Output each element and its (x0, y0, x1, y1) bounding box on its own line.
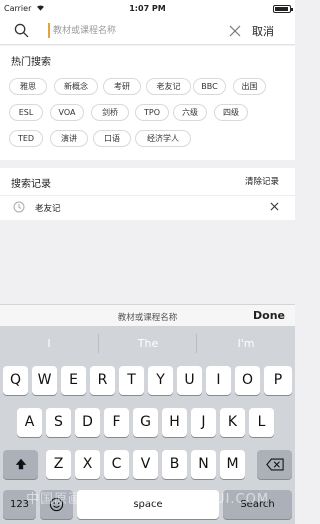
history-item-label: 老友记 (35, 204, 61, 214)
cancel-button[interactable]: 取消 (252, 23, 274, 39)
done-button[interactable]: Done (253, 309, 285, 322)
hot-tag[interactable]: 雅思 (9, 78, 47, 95)
hot-tag[interactable]: BBC (193, 78, 226, 95)
key-q[interactable]: Q (3, 366, 28, 395)
key-l[interactable]: L (249, 408, 274, 437)
prediction-item[interactable]: I (0, 326, 98, 361)
key-k[interactable]: K (220, 408, 245, 437)
hot-tag[interactable]: 新概念 (54, 78, 98, 95)
prediction-item[interactable]: The (99, 326, 197, 361)
key-u[interactable]: U (177, 366, 202, 395)
shift-key[interactable] (3, 450, 38, 479)
key-c[interactable]: C (104, 450, 129, 479)
accessory-text: 教材或课程名称 (117, 313, 178, 323)
hot-tag[interactable]: 经济学人 (135, 130, 191, 147)
battery-icon (273, 5, 293, 13)
history-item[interactable]: 老友记 (0, 196, 295, 220)
status-bar: Carrier 1:07 PM (0, 0, 295, 17)
text-cursor (48, 23, 50, 38)
hot-tag[interactable]: 演讲 (50, 130, 88, 147)
key-i[interactable]: I (206, 366, 231, 395)
hot-search-section: 热门搜索 雅思 新概念 考研 老友记 BBC 出国 ESL VOA 剑桥 TPO… (0, 46, 295, 160)
key-m[interactable]: M (220, 450, 245, 479)
key-a[interactable]: A (17, 408, 42, 437)
key-n[interactable]: N (191, 450, 216, 479)
key-y[interactable]: Y (148, 366, 173, 395)
hot-tag[interactable]: ESL (9, 104, 43, 121)
key-j[interactable]: J (191, 408, 216, 437)
key-x[interactable]: X (75, 450, 100, 479)
key-f[interactable]: F (104, 408, 129, 437)
history-title: 搜索记录 (11, 179, 51, 190)
key-z[interactable]: Z (46, 450, 71, 479)
key-o[interactable]: O (235, 366, 260, 395)
key-b[interactable]: B (162, 450, 187, 479)
key-h[interactable]: H (162, 408, 187, 437)
keyboard-accessory-bar: 教材或课程名称 Done (0, 304, 295, 326)
hot-tag[interactable]: TED (9, 130, 43, 147)
hot-tag[interactable]: VOA (50, 104, 84, 121)
delete-key[interactable] (257, 450, 292, 479)
delete-icon (265, 458, 284, 471)
watermark: 中国原画 • HUAHUAXUANHUI.COM (25, 492, 270, 507)
hot-tag[interactable]: 老友记 (146, 78, 191, 95)
hot-tag[interactable]: 考研 (103, 78, 141, 95)
key-r[interactable]: R (90, 366, 115, 395)
hot-tag[interactable]: 剑桥 (91, 104, 129, 121)
hot-tag[interactable]: 四级 (214, 104, 248, 121)
key-g[interactable]: G (133, 408, 158, 437)
clock-icon (13, 201, 25, 213)
prediction-item[interactable]: I'm (197, 326, 295, 361)
search-header: 取消 (0, 17, 295, 45)
close-icon[interactable] (270, 202, 279, 211)
hot-tag[interactable]: 六级 (173, 104, 207, 121)
search-input[interactable] (53, 23, 213, 38)
search-history-section: 搜索记录 清除记录 老友记 (0, 168, 295, 220)
key-s[interactable]: S (46, 408, 71, 437)
hot-tag[interactable]: 口语 (93, 130, 131, 147)
key-p[interactable]: P (264, 366, 292, 395)
search-icon (14, 23, 29, 38)
key-d[interactable]: D (75, 408, 100, 437)
shift-icon (15, 458, 26, 470)
prediction-bar: I The I'm (0, 326, 295, 361)
status-time: 1:07 PM (129, 4, 166, 13)
key-v[interactable]: V (133, 450, 158, 479)
close-icon[interactable] (229, 25, 241, 37)
key-t[interactable]: T (119, 366, 144, 395)
hot-search-title: 热门搜索 (11, 57, 51, 68)
hot-tag[interactable]: TPO (135, 104, 169, 121)
key-w[interactable]: W (32, 366, 57, 395)
clear-history-button[interactable]: 清除记录 (245, 175, 279, 187)
key-e[interactable]: E (61, 366, 86, 395)
hot-tag[interactable]: 出国 (233, 78, 266, 95)
